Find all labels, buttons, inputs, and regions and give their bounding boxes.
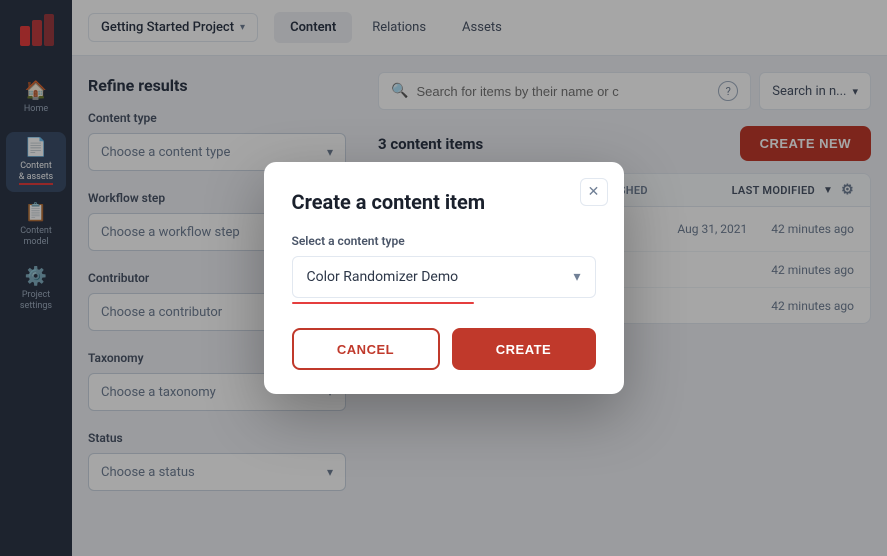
modal-actions: CANCEL CREATE	[292, 328, 596, 370]
modal-field-label: Select a content type	[292, 234, 596, 248]
content-type-selected-value: Color Randomizer Demo	[307, 269, 459, 285]
create-button[interactable]: CREATE	[452, 328, 596, 370]
modal-title: Create a content item	[292, 190, 596, 214]
modal-overlay[interactable]: ✕ Create a content item Select a content…	[0, 0, 887, 556]
cancel-button[interactable]: CANCEL	[292, 328, 440, 370]
content-type-select[interactable]: Color Randomizer Demo ▾	[292, 256, 596, 298]
select-underline	[292, 302, 474, 304]
modal-close-button[interactable]: ✕	[580, 178, 608, 206]
chevron-down-icon: ▾	[573, 269, 580, 285]
create-content-modal: ✕ Create a content item Select a content…	[264, 162, 624, 394]
